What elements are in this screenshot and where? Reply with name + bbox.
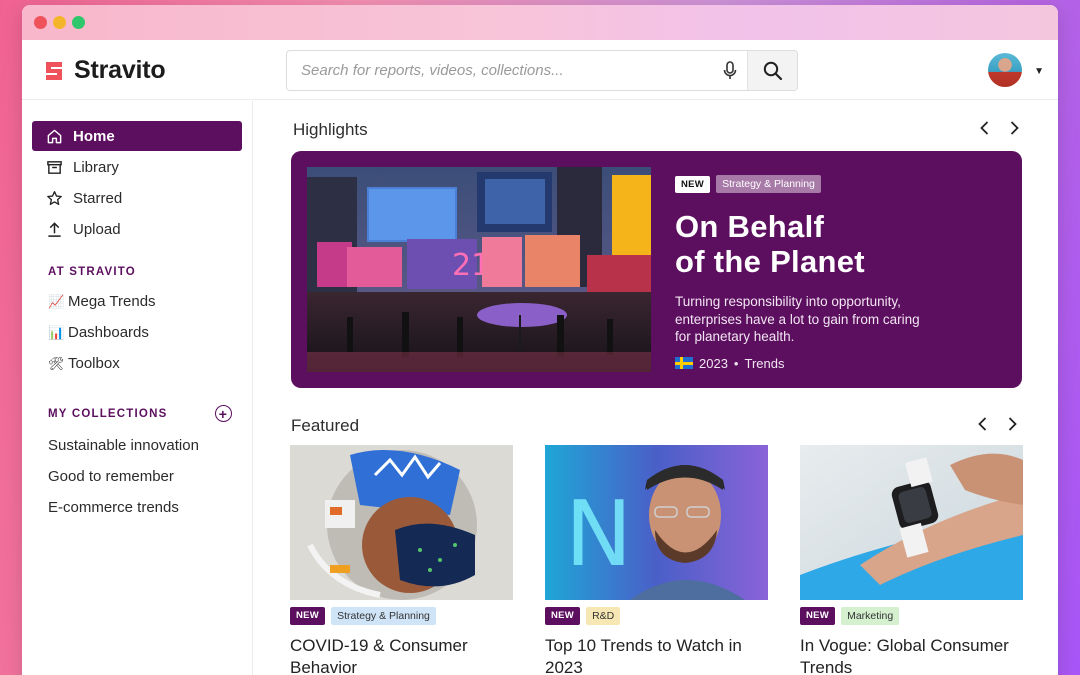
sidebar-item-label: Starred [73,189,123,207]
chevron-down-icon[interactable]: ▼ [1034,66,1044,77]
my-collections-heading: MY COLLECTIONS + [48,405,232,422]
app-logo[interactable]: Stravito [42,56,166,85]
stravito-logo-icon [46,61,62,80]
featured-title: Featured [291,416,360,435]
hero-meta: 2023 • Trends [675,356,1005,371]
hero-title-line-2: of the Planet [675,244,865,279]
close-window-button[interactable] [34,16,47,29]
collection-label: Good to remember [48,468,174,485]
bar-chart-icon: 📊 [48,324,65,340]
app-window: Stravito ▼ [22,5,1058,675]
new-badge: NEW [800,607,836,625]
sidebar-item-label: Mega Trends [68,293,156,310]
card-image-smartwatch [800,445,1023,600]
sidebar-item-starred[interactable]: Starred [32,183,242,213]
sidebar-item-dashboards[interactable]: 📊 Dashboards [22,317,252,348]
category-tag[interactable]: Marketing [841,607,900,625]
hero-tags: NEW Strategy & Planning [675,175,1005,193]
hero-image-times-square: 21 [307,167,651,372]
minimize-window-button[interactable] [53,16,66,29]
collection-item-good-to-remember[interactable]: Good to remember [22,461,252,492]
sidebar-item-label: Upload [73,220,121,238]
section-heading-text: AT STRAVITO [48,266,136,278]
card-image-man-neon: N [545,445,768,600]
maximize-window-button[interactable] [72,16,85,29]
tools-icon: 🛠 [48,355,65,371]
chevron-right-icon [1010,121,1019,135]
category-tag[interactable]: Strategy & Planning [716,175,821,193]
featured-card-in-vogue[interactable]: NEW Marketing In Vogue: Global Consumer … [800,445,1023,675]
section-heading-text: MY COLLECTIONS [48,407,168,420]
main-nav: Home Library Starred Upload [22,121,252,244]
sidebar-item-library[interactable]: Library [32,152,242,182]
svg-text:N: N [565,482,632,587]
featured-card-top-10-trends[interactable]: N NEW R&D Top 10 Trends to Watch in 2023 [545,445,768,675]
hero-year: 2023 [699,355,728,371]
featured-next-button[interactable] [1005,417,1019,431]
sidebar-item-label: Toolbox [68,355,120,372]
hero-description: Turning responsibility into opportunity,… [675,294,920,344]
card-image-illustration [290,445,513,600]
hero-type: Trends [744,355,785,371]
card-tags: NEW R&D [545,607,768,625]
featured-card-covid[interactable]: NEW Strategy & Planning COVID-19 & Consu… [290,445,513,675]
sidebar-item-label: Dashboards [68,324,149,341]
sidebar-item-home[interactable]: Home [32,121,242,151]
featured-prev-button[interactable] [975,417,989,431]
hero-content: NEW Strategy & Planning On Behalf of the… [675,175,1005,371]
search-button[interactable] [747,51,797,90]
chevron-right-icon [1008,417,1017,431]
chevron-left-icon [979,121,988,135]
search-bar [286,50,798,91]
star-icon [47,190,62,205]
microphone-icon[interactable] [713,51,747,90]
app-name: Stravito [74,56,166,84]
highlights-title: Highlights [293,120,368,139]
hero-title: On Behalf of the Planet [675,209,1005,279]
new-badge: NEW [290,607,326,625]
search-icon [763,61,782,80]
collection-label: E-commerce trends [48,499,179,516]
new-badge: NEW [675,175,711,193]
sidebar-item-upload[interactable]: Upload [32,214,242,244]
highlights-carousel-nav [977,121,1021,135]
sidebar: Home Library Starred Upload AT STRAVITO … [22,101,253,675]
sidebar-item-toolbox[interactable]: 🛠 Toolbox [22,348,252,379]
library-icon [47,160,62,174]
at-stravito-heading: AT STRAVITO [48,266,232,278]
collection-label: Sustainable innovation [48,437,199,454]
sidebar-item-mega-trends[interactable]: 📈 Mega Trends [22,286,252,317]
card-title[interactable]: In Vogue: Global Consumer Trends [800,635,1023,675]
category-tag[interactable]: Strategy & Planning [331,607,436,625]
hero-title-line-1: On Behalf [675,209,825,244]
home-icon [47,129,62,143]
new-badge: NEW [545,607,581,625]
highlights-prev-button[interactable] [977,121,991,135]
sidebar-item-label: Library [73,158,119,176]
category-tag[interactable]: R&D [586,607,621,625]
chevron-left-icon [977,417,986,431]
sidebar-item-label: Home [73,127,115,145]
highlights-next-button[interactable] [1007,121,1021,135]
card-title[interactable]: COVID-19 & Consumer Behavior [290,635,513,675]
sweden-flag-icon [675,357,693,369]
add-collection-button[interactable]: + [215,405,232,422]
chart-increasing-icon: 📈 [48,293,65,309]
meta-separator: • [733,355,739,371]
upload-icon [48,221,61,237]
collection-item-sustainable-innovation[interactable]: Sustainable innovation [22,430,252,461]
top-app-bar: Stravito ▼ [22,40,1058,100]
search-input[interactable] [287,51,713,90]
collection-item-e-commerce-trends[interactable]: E-commerce trends [22,492,252,523]
main-content: Highlights 21 NEW Strategy & Planning On… [254,101,1058,675]
window-titlebar [22,5,1058,40]
highlight-hero-card[interactable]: 21 NEW Strategy & Planning On Behalf of … [291,151,1022,388]
card-tags: NEW Marketing [800,607,1023,625]
featured-carousel-nav [975,417,1019,431]
user-avatar[interactable] [988,53,1022,87]
card-tags: NEW Strategy & Planning [290,607,513,625]
card-title[interactable]: Top 10 Trends to Watch in 2023 [545,635,768,675]
